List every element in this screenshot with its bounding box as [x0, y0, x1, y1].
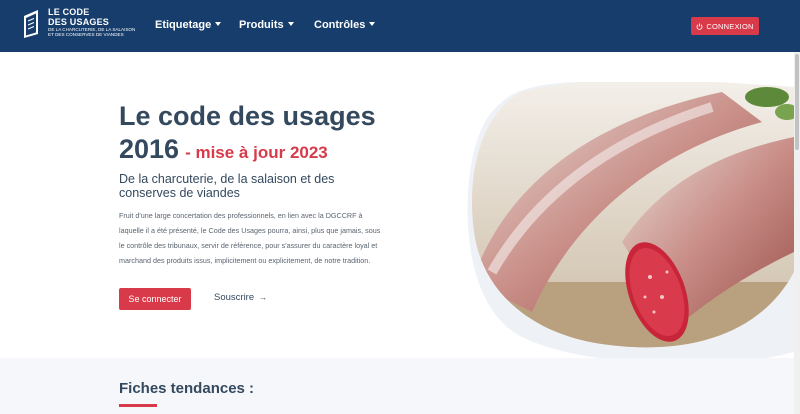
nav-controles-label: Contrôles [314, 19, 366, 31]
page-scrollbar[interactable] [794, 52, 800, 414]
nav-produits[interactable]: Produits [239, 19, 294, 31]
logo-sub2: ET DES CONSERVES DE VIANDES [48, 32, 124, 37]
connexion-button[interactable]: CONNEXION [691, 17, 759, 35]
site-logo[interactable]: LE CODE DES USAGES DE LA CHARCUTERIE, DE… [22, 8, 137, 42]
connexion-label: CONNEXION [706, 21, 754, 31]
souscrire-label: Souscrire [214, 292, 255, 303]
se-connecter-button[interactable]: Se connecter [119, 288, 191, 310]
souscrire-link[interactable]: Souscrire → [214, 292, 267, 303]
section-title: Fiches tendances : [119, 380, 255, 397]
nav-produits-label: Produits [239, 19, 284, 31]
logo-line1: LE CODE [48, 7, 90, 17]
saucisson-image [467, 82, 794, 362]
hero-update: - mise à jour 2023 [185, 143, 328, 162]
logo-text: LE CODE DES USAGES DE LA CHARCUTERIE, DE… [48, 7, 135, 38]
se-connecter-label: Se connecter [128, 294, 182, 304]
caret-down-icon [215, 22, 222, 27]
arrow-right-icon: → [259, 293, 268, 302]
nav-etiquetage[interactable]: Etiquetage [155, 19, 222, 31]
hero-body: Fruit d'une large concertation des profe… [119, 211, 381, 265]
nav-controles[interactable]: Contrôles [314, 19, 376, 31]
scroll-thumb[interactable] [795, 54, 799, 150]
hero-subtitle: De la charcuterie, de la salaison et des… [119, 172, 335, 200]
nav-etiquetage-label: Etiquetage [155, 19, 212, 31]
power-icon [696, 23, 703, 30]
book-logo-icon [24, 10, 38, 38]
hero-year: 2016 [119, 134, 180, 164]
caret-down-icon [287, 22, 294, 27]
logo-line2: DES USAGES [48, 17, 110, 27]
fiches-tendances-section: Fiches tendances : [0, 358, 794, 414]
hero-title: Le code des usages [119, 101, 376, 131]
top-navbar: LE CODE DES USAGES DE LA CHARCUTERIE, DE… [0, 0, 800, 52]
section-underline [119, 404, 157, 407]
hero-year-line: 2016 - mise à jour 2023 [119, 134, 328, 165]
caret-down-icon [369, 22, 376, 27]
hero-section: Le code des usages 2016 - mise à jour 202… [0, 52, 794, 362]
